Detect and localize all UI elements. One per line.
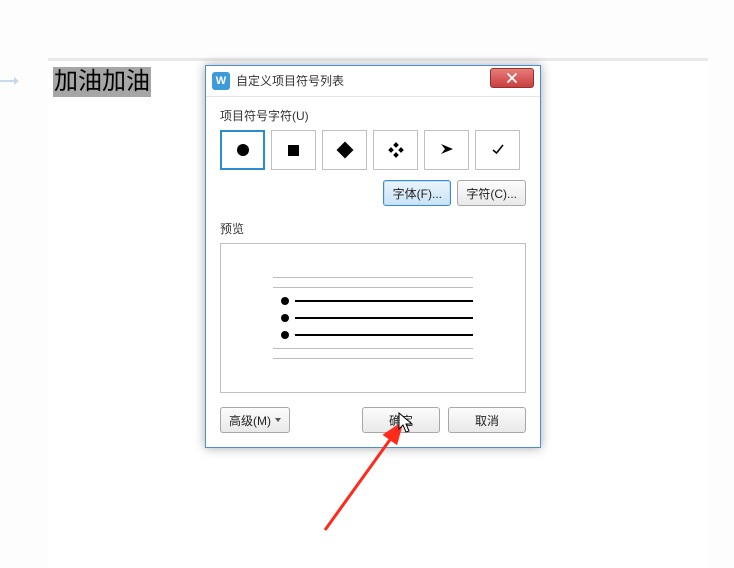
advanced-button-label: 高级(M) <box>229 412 271 429</box>
bullet-option-diamond[interactable] <box>322 130 367 170</box>
wps-app-icon: W <box>212 72 230 90</box>
bullet-option-square[interactable] <box>271 130 316 170</box>
bullet-option-dot[interactable] <box>220 130 265 170</box>
close-button[interactable] <box>490 68 534 88</box>
dot-filled-icon <box>237 144 249 156</box>
square-icon <box>288 145 299 156</box>
font-button-label: 字体(F)... <box>393 185 442 202</box>
advanced-button[interactable]: 高级(M) <box>220 407 290 433</box>
preview-line <box>273 287 473 288</box>
bullet-option-fourdot[interactable] <box>373 130 418 170</box>
preview-line <box>273 358 473 359</box>
font-button[interactable]: 字体(F)... <box>383 180 451 206</box>
char-button-label: 字符(C)... <box>466 185 517 202</box>
check-icon <box>491 142 505 159</box>
preview-bullet-line <box>273 297 473 305</box>
preview-line <box>273 348 473 349</box>
chevron-down-icon <box>275 418 281 422</box>
cancel-button[interactable]: 取消 <box>448 407 526 433</box>
bullet-option-arrowhead[interactable] <box>424 130 469 170</box>
selected-document-text[interactable]: 加油加油 <box>53 67 151 97</box>
cancel-button-label: 取消 <box>475 412 499 429</box>
bullet-options-grid <box>220 130 526 170</box>
fourdot-icon <box>389 143 403 157</box>
dialog-title: 自定义项目符号列表 <box>236 66 344 96</box>
preview-bullet-line <box>273 331 473 339</box>
arrowhead-icon <box>439 142 455 159</box>
preview-panel <box>220 243 526 393</box>
diamond-icon <box>336 142 353 159</box>
ruler-indent-marker <box>0 80 20 89</box>
bullet-option-check[interactable] <box>475 130 520 170</box>
preview-bullet-line <box>273 314 473 322</box>
preview-label: 预览 <box>220 220 526 237</box>
preview-line <box>273 277 473 278</box>
bullet-char-label: 项目符号字符(U) <box>220 107 526 124</box>
ok-button-label: 确定 <box>389 412 413 429</box>
dialog-titlebar[interactable]: W 自定义项目符号列表 <box>206 66 540 97</box>
close-icon <box>506 73 518 83</box>
custom-bullet-dialog: W 自定义项目符号列表 项目符号字符(U) <box>205 65 541 448</box>
ok-button[interactable]: 确定 <box>362 407 440 433</box>
char-button[interactable]: 字符(C)... <box>457 180 526 206</box>
